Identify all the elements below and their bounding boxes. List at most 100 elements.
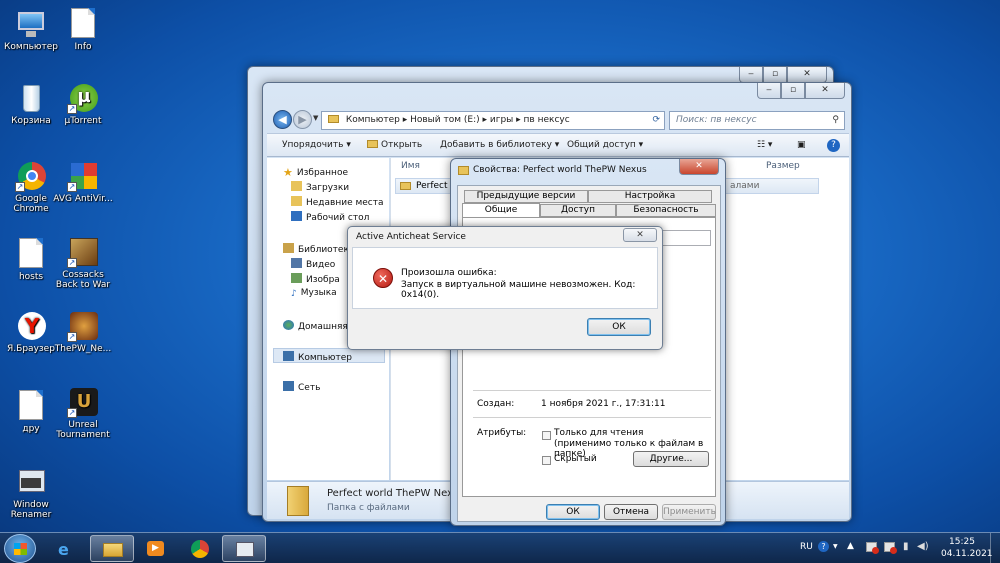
minimize-button[interactable]: ‒ (757, 83, 781, 99)
preview-pane-icon[interactable]: ▣ (797, 140, 806, 150)
created-label: Создан: (477, 399, 515, 409)
monitor-icon[interactable] (884, 542, 897, 554)
clock-date[interactable]: 04.11.2021 (941, 549, 993, 559)
tab-general[interactable]: Общие (462, 203, 540, 218)
ok-button[interactable]: ОК (546, 504, 600, 520)
desktop-icon-cossacks[interactable]: ↗ Cossacks Back to War (52, 236, 114, 290)
nav-favorites[interactable]: ★ Избранное (283, 166, 348, 179)
taskbar-ie-button[interactable]: e (46, 535, 90, 562)
tab-customize[interactable]: Настройка (588, 190, 712, 203)
start-button[interactable] (4, 534, 36, 563)
error-dialog[interactable]: Active Anticheat Service ✕ ✕ Произошла о… (347, 226, 663, 350)
error-ok-button[interactable]: ОК (587, 318, 651, 336)
clock-time[interactable]: 15:25 (949, 537, 975, 547)
network-signal-icon[interactable]: ▮ (903, 541, 909, 552)
maximize-button[interactable]: ▫ (781, 83, 805, 99)
column-header-size[interactable]: Размер (766, 161, 800, 171)
desktop-icon-window-renamer[interactable]: Window Renamer (0, 466, 62, 520)
nav-libraries[interactable]: Библиотеки (283, 243, 355, 255)
desktop-icon-thepw[interactable]: ↗ ThePW_Ne... (52, 310, 114, 354)
nav-video[interactable]: Видео (291, 258, 335, 270)
add-to-library-button[interactable]: Добавить в библиотеку ▾ (440, 140, 559, 150)
other-attributes-button[interactable]: Другие... (633, 451, 709, 467)
organize-button[interactable]: Упорядочить ▾ (282, 140, 351, 150)
folder-icon (103, 543, 123, 557)
music-icon: ♪ (291, 289, 297, 299)
column-header-name[interactable]: Имя (401, 161, 420, 171)
back-button[interactable]: ◀ (273, 110, 292, 129)
taskbar-chrome-button[interactable] (178, 535, 222, 562)
desktop-icon (291, 211, 302, 221)
refresh-icon[interactable]: ⟳ (652, 112, 660, 129)
nav-computer[interactable]: Компьютер (283, 351, 352, 363)
breadcrumb-item[interactable]: Новый том (E:) (410, 115, 480, 125)
thepw-icon: ↗ (67, 310, 99, 342)
nav-desktop[interactable]: Рабочий стол (291, 211, 369, 223)
close-button[interactable]: ✕ (787, 67, 827, 83)
error-message-line2: Запуск в виртуальной машине невозможен. … (401, 280, 636, 300)
avg-icon: ↗ (67, 160, 99, 192)
media-player-icon: ▶ (147, 541, 164, 556)
desktop-icon-info[interactable]: Info (52, 8, 114, 52)
minimize-button[interactable]: ‒ (739, 67, 763, 83)
computer-icon (15, 8, 47, 40)
tab-sharing[interactable]: Доступ (540, 204, 616, 217)
nav-images[interactable]: Изобра (291, 273, 340, 285)
chevron-down-icon[interactable]: ▼ (833, 543, 838, 550)
windows-logo-icon (14, 543, 27, 555)
chrome-icon: ↗ (15, 160, 47, 192)
window-renamer-icon (15, 466, 47, 498)
close-button[interactable]: ✕ (623, 228, 657, 242)
volume-icon[interactable]: ◀) (917, 541, 929, 552)
show-desktop-button[interactable] (990, 533, 1000, 563)
forward-button[interactable]: ▶ (293, 110, 312, 129)
apply-button[interactable]: Применить (662, 504, 716, 520)
taskbar-media-player-button[interactable]: ▶ (134, 535, 178, 562)
open-button[interactable]: Открыть (367, 140, 422, 150)
chevron-down-icon[interactable]: ▼ (313, 114, 318, 122)
taskbar-explorer-button[interactable] (90, 535, 134, 562)
nav-homegroup[interactable]: Домашняя (283, 320, 348, 332)
error-dialog-title: Active Anticheat Service (356, 232, 466, 242)
maximize-button[interactable]: ▫ (763, 67, 787, 83)
tab-previous-versions[interactable]: Предыдущие версии (464, 190, 588, 203)
desktop-icon-avg[interactable]: ↗ AVG AntiVir... (52, 160, 114, 204)
search-input[interactable]: Поиск: пв нексус ⚲ (669, 111, 845, 130)
help-tray-icon[interactable]: ? (818, 541, 829, 552)
separator (473, 390, 711, 391)
attributes-label: Атрибуты: (477, 428, 527, 438)
view-options-icon[interactable]: ☷ ▾ (757, 140, 772, 150)
action-center-icon[interactable] (866, 542, 879, 554)
close-button[interactable]: ✕ (679, 159, 719, 175)
nav-downloads[interactable]: Загрузки (291, 181, 349, 193)
document-icon (15, 390, 47, 422)
hidden-checkbox[interactable] (542, 456, 551, 465)
yandex-browser-icon: Y (15, 310, 47, 342)
error-message-line1: Произошла ошибка: (401, 268, 497, 278)
images-icon (291, 273, 302, 283)
share-button[interactable]: Общий доступ ▾ (567, 140, 643, 150)
folder-large-icon (287, 486, 309, 516)
computer-icon (283, 351, 294, 361)
nav-network[interactable]: Сеть (283, 381, 320, 393)
taskbar-app-button[interactable] (222, 535, 266, 562)
created-value: 1 ноября 2021 г., 17:31:11 (541, 399, 666, 409)
desktop-icon-utorrent[interactable]: µ ↗ µTorrent (52, 82, 114, 126)
breadcrumb-item[interactable]: Компьютер (346, 115, 400, 125)
details-type: Папка с файлами (327, 503, 410, 513)
show-hidden-icons-icon[interactable]: ▲ (847, 541, 854, 551)
breadcrumb-item[interactable]: игры (490, 115, 513, 125)
chrome-icon (191, 540, 209, 558)
close-button[interactable]: ✕ (805, 83, 845, 99)
nav-recent[interactable]: Недавние места (291, 196, 384, 208)
address-bar[interactable]: Компьютер ▸ Новый том (E:) ▸ игры ▸ пв н… (321, 111, 665, 130)
nav-music[interactable]: ♪ Музыка (291, 288, 337, 299)
breadcrumb-item[interactable]: пв нексус (524, 115, 570, 125)
folder-open-icon (367, 140, 378, 148)
language-indicator[interactable]: RU (800, 542, 813, 552)
help-icon[interactable]: ? (827, 139, 840, 152)
readonly-checkbox[interactable] (542, 431, 551, 440)
desktop-icon-unreal[interactable]: U ↗ Unreal Tournament (52, 386, 114, 440)
tab-security[interactable]: Безопасность (616, 204, 716, 217)
cancel-button[interactable]: Отмена (604, 504, 658, 520)
